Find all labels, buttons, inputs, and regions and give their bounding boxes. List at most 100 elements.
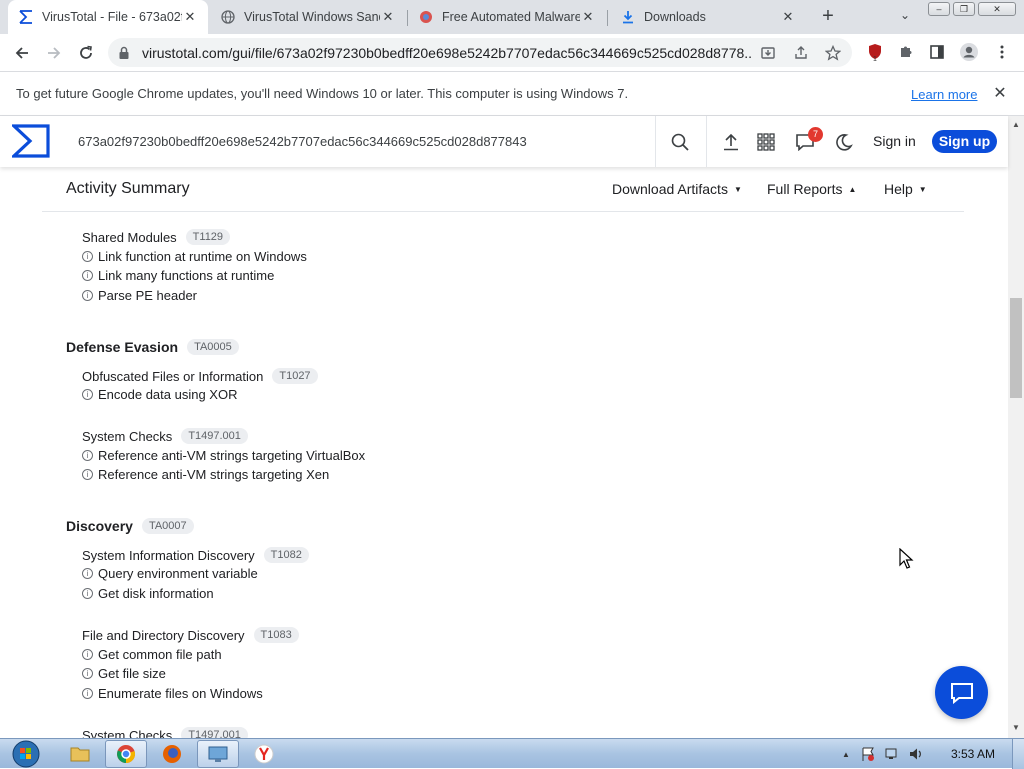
- share-icon[interactable]: [791, 43, 811, 63]
- tab-search-chevron-icon[interactable]: ⌄: [895, 8, 915, 26]
- behavior-label: Parse PE header: [98, 288, 198, 303]
- hash-search-input[interactable]: 673a02f97230b0bedff20e698e5242b7707edac5…: [62, 116, 656, 167]
- behavior-label: Query environment variable: [98, 566, 258, 581]
- behavior-item: i Query environment variable: [82, 566, 258, 581]
- show-desktop-button[interactable]: [1012, 739, 1024, 769]
- side-panel-icon[interactable]: [926, 41, 948, 63]
- volume-speaker-icon[interactable]: [908, 746, 924, 762]
- lock-icon[interactable]: [118, 46, 132, 60]
- remote-desktop-taskbar-icon[interactable]: [197, 740, 239, 768]
- technique-id-badge[interactable]: T1083: [253, 627, 299, 643]
- sign-in-link[interactable]: Sign in: [873, 133, 916, 149]
- security-extension-icon[interactable]: 1: [864, 41, 886, 63]
- search-query-text[interactable]: 673a02f97230b0bedff20e698e5242b7707edac5…: [78, 134, 527, 149]
- help-dropdown[interactable]: Help ▼: [884, 181, 927, 197]
- info-circle-icon[interactable]: i: [82, 588, 93, 599]
- dropdown-label: Download Artifacts: [612, 181, 728, 197]
- info-circle-icon[interactable]: i: [82, 469, 93, 480]
- behavior-item: i Encode data using XOR: [82, 387, 237, 402]
- tab-virustotal-sandbox[interactable]: VirusTotal Windows Sandbox ✕: [210, 0, 406, 34]
- technique-system-checks[interactable]: System Checks T1497.001: [82, 428, 248, 444]
- close-tab-icon[interactable]: ✕: [780, 9, 796, 25]
- restore-window-button[interactable]: ❐: [953, 2, 975, 16]
- info-circle-icon[interactable]: i: [82, 668, 93, 679]
- back-button[interactable]: [9, 40, 35, 66]
- info-circle-icon[interactable]: i: [82, 270, 93, 281]
- technique-id-badge[interactable]: T1129: [185, 229, 231, 245]
- download-icon: [620, 9, 636, 25]
- action-center-flag-icon[interactable]: [860, 746, 876, 762]
- learn-more-link[interactable]: Learn more: [911, 87, 977, 102]
- apps-grid-icon[interactable]: [753, 129, 779, 155]
- scroll-down-arrow-icon[interactable]: ▼: [1012, 723, 1020, 732]
- behavior-item: i Link many functions at runtime: [82, 268, 274, 283]
- start-button-windows-icon[interactable]: [8, 739, 44, 769]
- profile-avatar-icon[interactable]: [958, 41, 980, 63]
- technique-name: Shared Modules: [82, 229, 177, 245]
- network-icon[interactable]: [884, 746, 900, 762]
- tab-downloads[interactable]: Downloads ✕: [610, 0, 806, 34]
- info-circle-icon[interactable]: i: [82, 389, 93, 400]
- technique-shared-modules[interactable]: Shared Modules T1129: [82, 229, 231, 245]
- new-tab-button[interactable]: +: [817, 6, 839, 28]
- technique-id-badge[interactable]: T1082: [263, 547, 309, 563]
- technique-id-badge[interactable]: T1497.001: [181, 428, 248, 444]
- dark-mode-moon-icon[interactable]: [831, 129, 857, 155]
- tab-free-automated-malware[interactable]: Free Automated Malware ✕: [408, 0, 606, 34]
- windows-taskbar: ▲ 3:53 AM: [0, 738, 1024, 769]
- notification-count-badge: 7: [808, 127, 823, 142]
- address-bar[interactable]: virustotal.com/gui/file/673a02f97230b0be…: [108, 38, 852, 67]
- taskbar-clock[interactable]: 3:53 AM: [951, 747, 995, 761]
- infobar-message: To get future Google Chrome updates, you…: [16, 86, 629, 101]
- close-window-button[interactable]: ✕: [978, 2, 1016, 16]
- chrome-menu-icon[interactable]: [991, 41, 1013, 63]
- download-artifacts-dropdown[interactable]: Download Artifacts ▼: [612, 181, 742, 197]
- technique-name: Obfuscated Files or Information: [82, 368, 264, 384]
- firefox-taskbar-icon[interactable]: [151, 740, 193, 768]
- behavior-label: Encode data using XOR: [98, 387, 238, 402]
- install-app-icon[interactable]: [758, 43, 778, 63]
- behavior-item: i Enumerate files on Windows: [82, 686, 263, 701]
- tactic-id-badge[interactable]: TA0005: [187, 339, 239, 355]
- url-text[interactable]: virustotal.com/gui/file/673a02f97230b0be…: [142, 45, 752, 61]
- infobar-close-icon[interactable]: ✕: [991, 83, 1009, 103]
- forward-button[interactable]: [41, 40, 67, 66]
- reload-button[interactable]: [73, 40, 99, 66]
- technique-id-badge[interactable]: T1027: [272, 368, 318, 384]
- browser-tab-strip: VirusTotal - File - 673a02f ✕ VirusTotal…: [0, 0, 1024, 34]
- file-explorer-taskbar-icon[interactable]: [59, 740, 101, 768]
- virustotal-logo-icon[interactable]: [9, 124, 50, 158]
- search-icon[interactable]: [667, 129, 693, 155]
- close-tab-icon[interactable]: ✕: [182, 9, 198, 25]
- behavior-label: Get common file path: [98, 647, 222, 662]
- info-circle-icon[interactable]: i: [82, 649, 93, 660]
- upload-icon[interactable]: [718, 129, 744, 155]
- minimize-window-button[interactable]: –: [928, 2, 950, 16]
- extensions-puzzle-icon[interactable]: [895, 41, 917, 63]
- close-tab-icon[interactable]: ✕: [580, 9, 596, 25]
- tactic-discovery[interactable]: Discovery TA0007: [66, 518, 194, 534]
- scrollbar-thumb[interactable]: [1010, 298, 1022, 398]
- info-circle-icon[interactable]: i: [82, 450, 93, 461]
- show-hidden-icons-arrow-icon[interactable]: ▲: [842, 750, 850, 759]
- scroll-up-arrow-icon[interactable]: ▲: [1012, 120, 1020, 129]
- close-tab-icon[interactable]: ✕: [380, 9, 396, 25]
- yandex-taskbar-icon[interactable]: [243, 740, 285, 768]
- bookmark-star-icon[interactable]: [823, 43, 843, 63]
- page-scrollbar[interactable]: ▲ ▼: [1008, 116, 1024, 738]
- sign-up-button[interactable]: Sign up: [932, 130, 997, 153]
- tactic-defense-evasion[interactable]: Defense Evasion TA0005: [66, 339, 239, 355]
- full-reports-dropdown[interactable]: Full Reports ▲: [767, 181, 856, 197]
- chat-support-button[interactable]: [935, 666, 988, 719]
- technique-file-and-directory-discovery[interactable]: File and Directory Discovery T1083: [82, 627, 299, 643]
- tab-virustotal-file[interactable]: VirusTotal - File - 673a02f ✕: [8, 0, 208, 34]
- tactic-id-badge[interactable]: TA0007: [141, 518, 194, 534]
- info-circle-icon[interactable]: i: [82, 688, 93, 699]
- info-circle-icon[interactable]: i: [82, 251, 93, 262]
- technique-system-information-discovery[interactable]: System Information Discovery T1082: [82, 547, 309, 563]
- info-circle-icon[interactable]: i: [82, 290, 93, 301]
- info-circle-icon[interactable]: i: [82, 568, 93, 579]
- tab-separator: [607, 10, 608, 26]
- technique-obfuscated-files[interactable]: Obfuscated Files or Information T1027: [82, 368, 318, 384]
- chrome-taskbar-icon[interactable]: [105, 740, 147, 768]
